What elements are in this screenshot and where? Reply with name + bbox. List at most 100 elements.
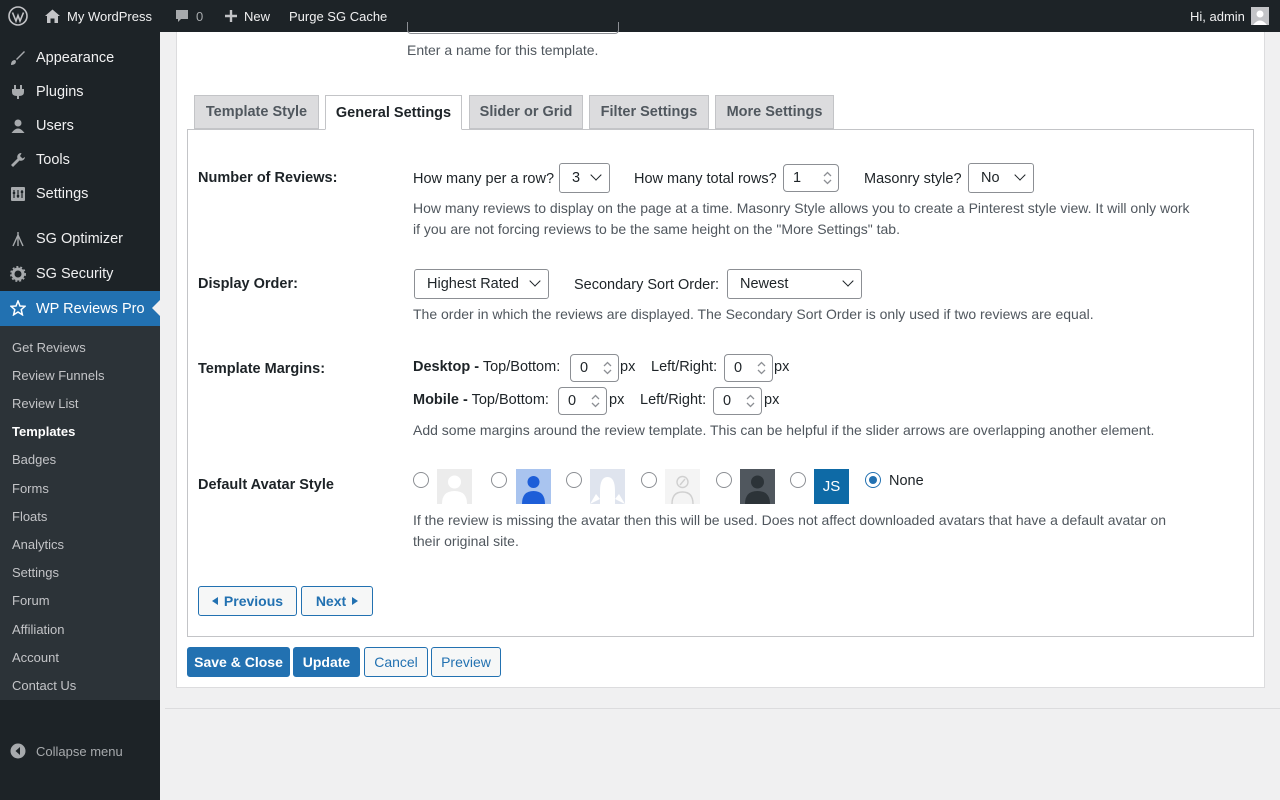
- submenu-item-templates[interactable]: Templates: [12, 424, 75, 439]
- account-menu[interactable]: Hi, admin: [1190, 0, 1269, 32]
- submenu-item-account[interactable]: Account: [12, 650, 59, 665]
- submenu-item-review-list[interactable]: Review List: [12, 396, 78, 411]
- submenu-item-forms[interactable]: Forms: [12, 481, 49, 496]
- spinner-icon[interactable]: [757, 360, 766, 376]
- chevron-down-icon: [1014, 169, 1026, 181]
- tab-label: Filter Settings: [600, 104, 698, 120]
- tab-slider-or-grid[interactable]: Slider or Grid: [469, 95, 583, 129]
- display-order-label: Display Order:: [198, 276, 298, 292]
- sidebar-item-wp-reviews-pro[interactable]: WP Reviews Pro: [0, 291, 160, 326]
- sidebar-item-label: Appearance: [36, 50, 115, 66]
- mobile-top-bottom-value: 0: [568, 393, 577, 409]
- next-label: Next: [315, 593, 347, 609]
- sidebar-item-sg-security[interactable]: SG Security: [0, 257, 160, 291]
- template-name-hint: Enter a name for this template.: [407, 42, 599, 58]
- desktop-left-right-input[interactable]: 0: [724, 354, 773, 382]
- submenu-item-review-funnels[interactable]: Review Funnels: [12, 368, 105, 383]
- spinner-icon[interactable]: [591, 393, 600, 409]
- px-unit: px: [609, 392, 625, 408]
- mobile-left-right-value: 0: [723, 393, 732, 409]
- per-row-label: How many per a row?: [413, 171, 555, 187]
- submenu-item-contact-us[interactable]: Contact Us: [12, 678, 76, 693]
- avatar-radio-blue[interactable]: [491, 472, 507, 488]
- avatar-mystery-person-icon: [437, 469, 472, 504]
- desktop-left-right-value: 0: [734, 360, 743, 376]
- tab-general-settings[interactable]: General Settings: [325, 95, 462, 130]
- sidebar-item-plugins[interactable]: Plugins: [0, 75, 160, 109]
- top-bottom-label: Top/Bottom:: [471, 392, 549, 408]
- avatar-radio-broken[interactable]: [641, 472, 657, 488]
- masonry-value: No: [981, 170, 1000, 186]
- tab-label: General Settings: [335, 104, 452, 121]
- spinner-icon[interactable]: [746, 393, 755, 409]
- avatar-radio-mystery[interactable]: [413, 472, 429, 488]
- sidebar-item-tools[interactable]: Tools: [0, 143, 160, 177]
- new-label: New: [244, 8, 271, 24]
- new-content-link[interactable]: New: [224, 0, 270, 32]
- avatar-radio-silhouette[interactable]: [566, 472, 582, 488]
- sidebar-item-users[interactable]: Users: [0, 109, 160, 143]
- tab-more-settings[interactable]: More Settings: [715, 95, 834, 129]
- next-button[interactable]: Next: [301, 586, 373, 616]
- masonry-select[interactable]: No: [968, 163, 1034, 193]
- tab-template-style[interactable]: Template Style: [194, 95, 319, 129]
- default-avatar-description-2: their original site.: [413, 533, 519, 549]
- spinner-icon[interactable]: [823, 170, 832, 186]
- site-name-link[interactable]: My WordPress: [44, 0, 152, 32]
- sidebar-item-appearance[interactable]: Appearance: [0, 41, 160, 75]
- desktop-margins-row: Desktop - Top/Bottom:: [413, 359, 560, 375]
- save-close-label: Save & Close: [194, 654, 283, 670]
- site-name-label: My WordPress: [67, 8, 152, 24]
- comments-link[interactable]: 0: [174, 0, 203, 32]
- avatar-radio-initials[interactable]: [790, 472, 806, 488]
- mobile-left-right-input[interactable]: 0: [713, 387, 762, 415]
- save-close-button[interactable]: Save & Close: [187, 647, 290, 677]
- mobile-top-bottom-input[interactable]: 0: [558, 387, 607, 415]
- wordpress-logo-icon[interactable]: [8, 0, 28, 32]
- avatar-radio-none[interactable]: [865, 472, 881, 488]
- collapse-icon: [10, 743, 26, 759]
- desktop-top-bottom-input[interactable]: 0: [570, 354, 619, 382]
- update-button[interactable]: Update: [293, 647, 360, 677]
- avatar-none-label: None: [889, 473, 924, 489]
- comments-count: 0: [196, 8, 204, 24]
- submenu-item-forum[interactable]: Forum: [12, 593, 50, 608]
- submenu-item-analytics[interactable]: Analytics: [12, 537, 64, 552]
- avatar-radio-dark[interactable]: [716, 472, 732, 488]
- sidebar-item-sg-optimizer[interactable]: SG Optimizer: [0, 222, 160, 256]
- sidebar-item-settings[interactable]: Settings: [0, 177, 160, 211]
- submenu-item-get-reviews[interactable]: Get Reviews: [12, 340, 86, 355]
- home-icon: [45, 9, 60, 23]
- avatar-broken-image-icon: [665, 469, 700, 504]
- previous-button[interactable]: Previous: [198, 586, 297, 616]
- per-row-value: 3: [572, 170, 581, 186]
- total-rows-label: How many total rows?: [634, 171, 777, 187]
- tab-filter-settings[interactable]: Filter Settings: [589, 95, 709, 129]
- update-label: Update: [302, 654, 351, 670]
- preview-button[interactable]: Preview: [431, 647, 501, 677]
- chevron-down-icon: [590, 169, 602, 181]
- sidebar-item-label: Plugins: [36, 84, 84, 100]
- submenu-item-floats[interactable]: Floats: [12, 509, 47, 524]
- secondary-sort-select[interactable]: Newest: [727, 269, 862, 299]
- settings-icon: [11, 187, 25, 201]
- display-order-select[interactable]: Highest Rated: [414, 269, 549, 299]
- cancel-button[interactable]: Cancel: [364, 647, 428, 677]
- sidebar-item-label: Settings: [36, 186, 89, 202]
- collapse-menu-button[interactable]: Collapse menu: [10, 743, 123, 759]
- purge-cache-link[interactable]: Purge SG Cache: [289, 0, 387, 32]
- px-unit: px: [620, 359, 636, 375]
- submenu-item-settings[interactable]: Settings: [12, 565, 59, 580]
- spinner-icon[interactable]: [603, 360, 612, 376]
- avatar-person-blue-icon: [516, 469, 551, 504]
- submenu-wp-reviews-pro: Get Reviews Review Funnels Review List T…: [0, 326, 160, 700]
- template-name-input[interactable]: [407, 22, 619, 34]
- plus-icon: [225, 10, 237, 22]
- submenu-item-affiliation[interactable]: Affiliation: [12, 622, 65, 637]
- avatar-silhouette-icon: [590, 469, 625, 504]
- total-rows-input[interactable]: 1: [783, 164, 839, 192]
- secondary-sort-value: Newest: [740, 276, 789, 292]
- submenu-item-badges[interactable]: Badges: [12, 452, 56, 467]
- per-row-select[interactable]: 3: [559, 163, 610, 193]
- avatar-person-dark-icon: [740, 469, 775, 504]
